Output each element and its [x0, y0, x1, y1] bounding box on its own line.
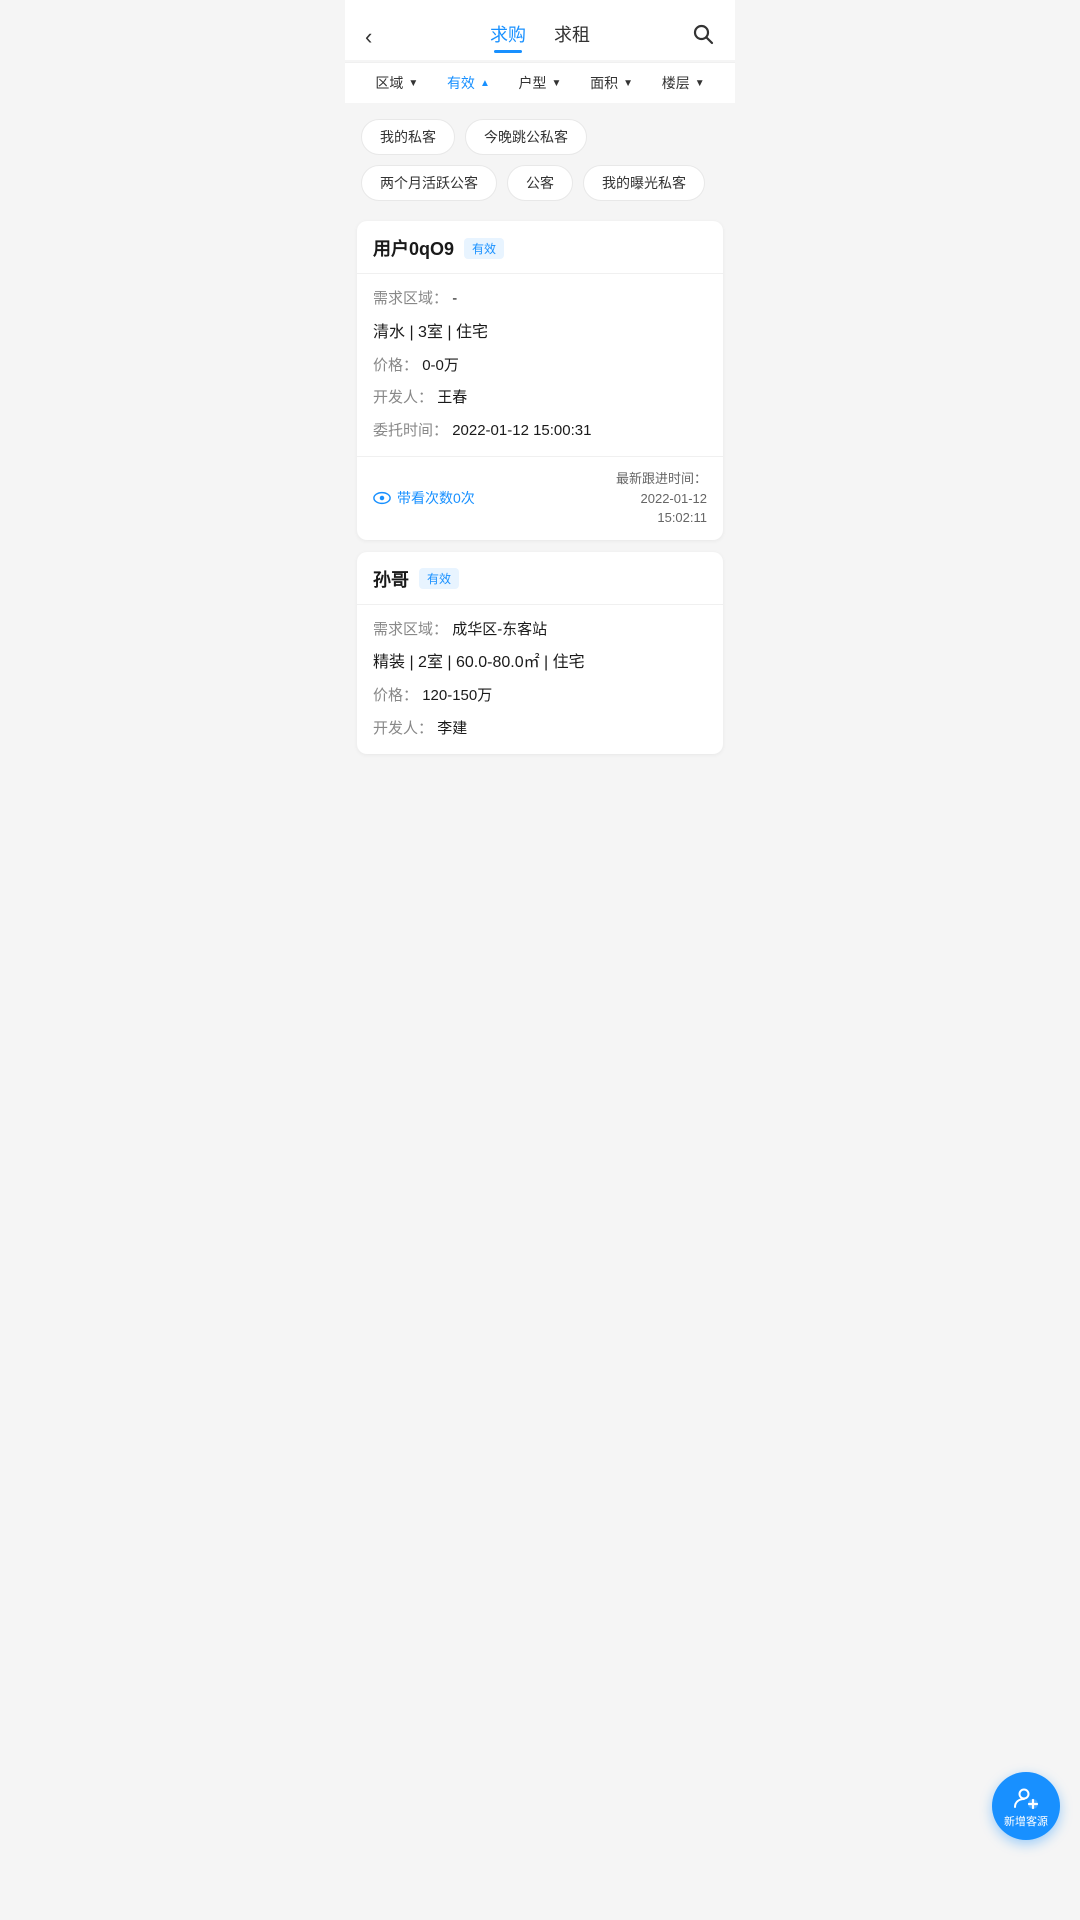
card-1-developer-label: 开发人：: [373, 389, 433, 406]
back-button[interactable]: ‹: [365, 24, 401, 50]
card-1-demand-area: 需求区域： -: [373, 288, 707, 311]
card-2-price-value: 120-150万: [422, 687, 492, 704]
card-1[interactable]: 用户0qO9 有效 需求区域： - 清水 | 3室 | 住宅 价格： 0-0万 …: [357, 221, 723, 540]
cards-section: 用户0qO9 有效 需求区域： - 清水 | 3室 | 住宅 价格： 0-0万 …: [345, 209, 735, 766]
card-1-demand-area-label: 需求区域：: [373, 290, 448, 307]
filter-floor[interactable]: 楼层 ▼: [647, 73, 719, 93]
card-2-body: 需求区域： 成华区-东客站 精装 | 2室 | 60.0-80.0㎡ | 住宅 …: [357, 605, 723, 755]
card-1-body: 需求区域： - 清水 | 3室 | 住宅 价格： 0-0万 开发人： 王春 委托…: [357, 274, 723, 457]
tag-public[interactable]: 公客: [507, 165, 573, 201]
tag-my-exposure[interactable]: 我的曝光私客: [583, 165, 705, 201]
filter-area-label: 区域: [375, 73, 403, 93]
filter-layout-arrow: ▼: [552, 78, 562, 89]
tag-my-private[interactable]: 我的私客: [361, 119, 455, 155]
card-2-demand-area-value: 成华区-东客站: [452, 621, 547, 638]
card-2[interactable]: 孙哥 有效 需求区域： 成华区-东客站 精装 | 2室 | 60.0-80.0㎡…: [357, 552, 723, 755]
card-1-view-count[interactable]: 带看次数0次: [373, 488, 475, 508]
card-1-latest-follow-time: 2022-01-1215:02:11: [616, 489, 707, 528]
tab-buy[interactable]: 求购: [490, 21, 526, 53]
filter-valid-arrow: ▲: [480, 78, 490, 89]
card-1-header: 用户0qO9 有效: [357, 221, 723, 274]
tag-section: 我的私客 今晚跳公私客 两个月活跃公客 公客 我的曝光私客: [345, 103, 735, 209]
filter-floor-arrow: ▼: [695, 78, 705, 89]
card-2-price: 价格： 120-150万: [373, 685, 707, 708]
card-1-latest-follow: 最新跟进时间： 2022-01-1215:02:11: [616, 469, 707, 528]
card-1-price-value: 0-0万: [422, 357, 459, 374]
filter-area[interactable]: 区域 ▼: [361, 73, 433, 93]
card-1-commission-value: 2022-01-12 15:00:31: [452, 422, 591, 439]
card-1-view-count-label: 带看次数0次: [397, 488, 475, 508]
card-1-price-label: 价格：: [373, 357, 418, 374]
card-1-title: 用户0qO9: [373, 235, 454, 261]
tag-row: 我的私客 今晚跳公私客 两个月活跃公客 公客 我的曝光私客: [361, 119, 719, 201]
card-2-badge: 有效: [419, 568, 459, 589]
filter-bar: 区域 ▼ 有效 ▲ 户型 ▼ 面积 ▼ 楼层 ▼: [345, 62, 735, 103]
filter-valid[interactable]: 有效 ▲: [433, 73, 505, 93]
card-2-price-label: 价格：: [373, 687, 418, 704]
filter-floor-label: 楼层: [662, 73, 690, 93]
card-1-badge: 有效: [464, 238, 504, 259]
card-1-property-info: 清水 | 3室 | 住宅: [373, 321, 707, 345]
card-1-footer: 带看次数0次 最新跟进时间： 2022-01-1215:02:11: [357, 457, 723, 540]
card-1-commission-label: 委托时间：: [373, 422, 448, 439]
filter-area-size-label: 面积: [590, 73, 618, 93]
fab-add-customer[interactable]: 新增客源: [992, 1772, 1060, 1840]
tag-tonight-jump[interactable]: 今晚跳公私客: [465, 119, 587, 155]
fab-icon: [1013, 1785, 1039, 1815]
tab-rent[interactable]: 求租: [554, 21, 590, 53]
header-tabs: 求购 求租: [490, 21, 590, 53]
eye-icon: [373, 489, 391, 507]
card-2-developer-label: 开发人：: [373, 720, 433, 737]
card-2-demand-area: 需求区域： 成华区-东客站: [373, 619, 707, 642]
card-1-commission: 委托时间： 2022-01-12 15:00:31: [373, 420, 707, 443]
card-1-demand-area-value: -: [452, 290, 457, 307]
card-1-developer-value: 王春: [437, 389, 467, 406]
card-2-developer: 开发人： 李建: [373, 718, 707, 741]
card-2-title: 孙哥: [373, 566, 409, 592]
filter-layout[interactable]: 户型 ▼: [504, 73, 576, 93]
tag-two-month-active[interactable]: 两个月活跃公客: [361, 165, 497, 201]
filter-valid-label: 有效: [447, 73, 475, 93]
card-2-header: 孙哥 有效: [357, 552, 723, 605]
fab-label: 新增客源: [1004, 1817, 1048, 1828]
card-1-latest-follow-label: 最新跟进时间：: [616, 471, 707, 486]
filter-area-size-arrow: ▼: [623, 78, 633, 89]
card-1-developer: 开发人： 王春: [373, 387, 707, 410]
filter-area-arrow: ▼: [408, 78, 418, 89]
card-2-demand-area-label: 需求区域：: [373, 621, 448, 638]
filter-area-size[interactable]: 面积 ▼: [576, 73, 648, 93]
card-1-price: 价格： 0-0万: [373, 355, 707, 378]
search-button[interactable]: [679, 22, 715, 52]
header: ‹ 求购 求租: [345, 0, 735, 60]
filter-layout-label: 户型: [519, 73, 547, 93]
card-2-property-info: 精装 | 2室 | 60.0-80.0㎡ | 住宅: [373, 651, 707, 675]
card-2-developer-value: 李建: [437, 720, 467, 737]
